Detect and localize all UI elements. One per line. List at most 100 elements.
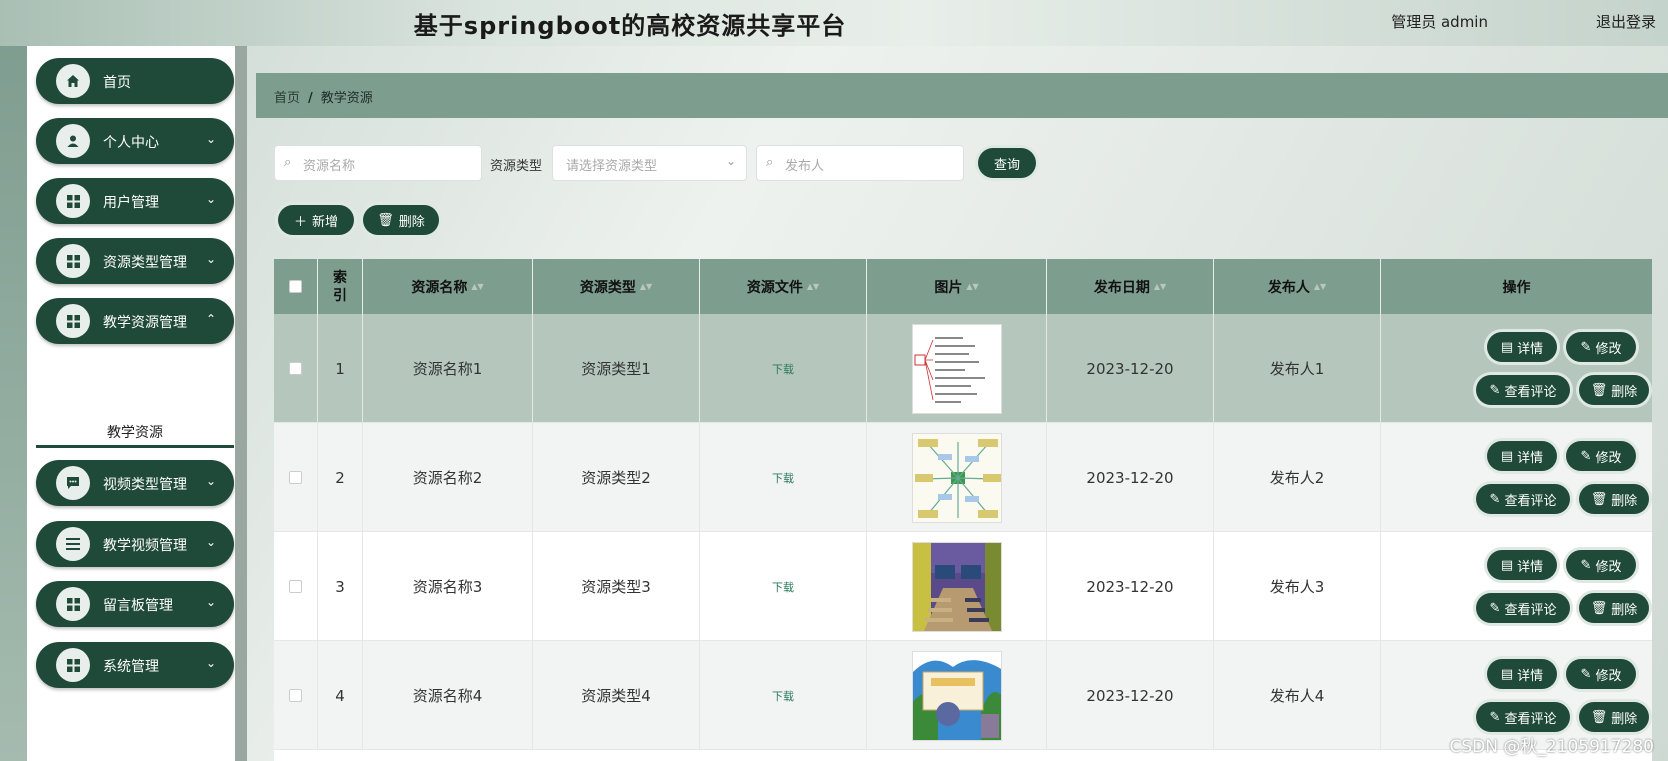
- top-header: 基于springboot的高校资源共享平台 管理员 admin 退出登录: [0, 0, 1668, 46]
- resource-type-label: 资源类型: [490, 159, 543, 174]
- delete-button[interactable]: 🗑 删除: [1579, 702, 1649, 732]
- download-link[interactable]: 下载: [772, 470, 794, 486]
- resource-type-select[interactable]: 请选择资源类型 ⌄: [552, 145, 747, 181]
- cell-index: 3: [318, 532, 363, 641]
- chevron-down-icon: ⌄: [205, 132, 216, 146]
- query-button[interactable]: 查询: [978, 148, 1036, 178]
- download-link[interactable]: 下载: [772, 579, 794, 595]
- chat-icon: [56, 466, 90, 500]
- table-row[interactable]: 2 资源名称2 资源类型2 下载 2023-12-20 发布人2 ▤ 详情 ✎ 修改…: [274, 423, 1652, 532]
- sidebar-item-video-types[interactable]: 视频类型管理 ⌄: [36, 460, 234, 506]
- table-row[interactable]: 4 资源名称4 资源类型4 下载 2023-12-20 发布人4 ▤ 详情 ✎ 修改…: [274, 641, 1652, 750]
- sidebar-item-message-board[interactable]: 留言板管理 ⌄: [36, 581, 234, 627]
- header-image[interactable]: 图片 ▲▼: [867, 259, 1047, 314]
- publisher-input[interactable]: ⌕ 发布人: [756, 145, 964, 181]
- view-comments-button[interactable]: ✎ 查看评论: [1476, 484, 1570, 514]
- header-publisher[interactable]: 发布人 ▲▼: [1214, 259, 1381, 314]
- detail-button[interactable]: ▤ 详情: [1487, 659, 1557, 689]
- chevron-down-icon: ⌄: [205, 535, 216, 549]
- sidebar-item-teaching-videos[interactable]: 教学视频管理 ⌄: [36, 521, 234, 567]
- table-row[interactable]: 1 资源名称1 资源类型1 下载 2023-12-20 发布人1 ▤ 详情 ✎ 修改…: [274, 314, 1652, 423]
- sidebar-item-label: 系统管理: [103, 659, 159, 675]
- header-name[interactable]: 资源名称 ▲▼: [363, 259, 533, 314]
- resource-thumbnail[interactable]: [911, 323, 1002, 414]
- document-icon: ▤: [1500, 448, 1514, 464]
- document-icon: ▤: [1500, 339, 1514, 355]
- cell-name: 资源名称2: [363, 423, 533, 532]
- row-checkbox[interactable]: [289, 580, 302, 593]
- resource-thumbnail[interactable]: [911, 432, 1002, 523]
- detail-button[interactable]: ▤ 详情: [1487, 550, 1557, 580]
- sidebar-item-teaching-resources[interactable]: 教学资源管理 ⌃: [36, 298, 234, 344]
- row-checkbox[interactable]: [289, 689, 302, 702]
- edit-button[interactable]: ✎ 修改: [1566, 332, 1636, 362]
- view-comments-button[interactable]: ✎ 查看评论: [1476, 375, 1570, 405]
- sidebar-item-system[interactable]: 系统管理 ⌄: [36, 642, 234, 688]
- chevron-down-icon: ⌄: [205, 474, 216, 488]
- search-icon: ⌕: [766, 155, 774, 170]
- cell-name: 资源名称4: [363, 641, 533, 750]
- trash-icon: 🗑: [1590, 382, 1608, 398]
- table-header: 索引 资源名称 ▲▼ 资源类型 ▲▼ 资源文件 ▲▼ 图片 ▲▼ 发布日期 ▲▼ 发布人 ▲…: [274, 259, 1652, 314]
- download-link[interactable]: 下载: [772, 361, 794, 377]
- app-title: 基于springboot的高校资源共享平台: [413, 12, 847, 40]
- cell-name: 资源名称1: [363, 314, 533, 423]
- edit-button[interactable]: ✎ 修改: [1566, 441, 1636, 471]
- sidebar-item-label: 首页: [103, 75, 131, 91]
- cell-type: 资源类型4: [533, 641, 700, 750]
- delete-button[interactable]: 🗑 删除: [1579, 375, 1649, 405]
- header-date[interactable]: 发布日期 ▲▼: [1047, 259, 1214, 314]
- sidebar-item-home[interactable]: 首页: [36, 58, 234, 104]
- cell-type: 资源类型1: [533, 314, 700, 423]
- edit-icon: ✎: [1580, 339, 1592, 355]
- table-row[interactable]: 3 资源名称3 资源类型3 下载 2023-12-20 发布人3 ▤ 详情 ✎ 修改…: [274, 532, 1652, 641]
- sort-icon: ▲▼: [471, 282, 484, 291]
- view-comments-button[interactable]: ✎ 查看评论: [1476, 702, 1570, 732]
- detail-button[interactable]: ▤ 详情: [1487, 441, 1557, 471]
- resource-thumbnail[interactable]: [911, 650, 1002, 741]
- row-checkbox[interactable]: [289, 362, 302, 375]
- cell-index: 1: [318, 314, 363, 423]
- edit-icon: ✎: [1489, 382, 1501, 398]
- delete-label: 删除: [398, 214, 425, 230]
- row-checkbox[interactable]: [289, 471, 302, 484]
- edit-button[interactable]: ✎ 修改: [1566, 550, 1636, 580]
- sort-icon: ▲▼: [1313, 282, 1327, 291]
- logout-link[interactable]: 退出登录: [1596, 11, 1656, 32]
- submenu-teaching-resource[interactable]: 教学资源: [36, 414, 234, 448]
- cell-date: 2023-12-20: [1047, 641, 1214, 750]
- sidebar-item-users[interactable]: 用户管理 ⌄: [36, 178, 234, 224]
- resource-name-input[interactable]: ⌕ 资源名称: [274, 145, 482, 181]
- download-link[interactable]: 下载: [772, 688, 794, 704]
- header-file[interactable]: 资源文件 ▲▼: [700, 259, 867, 314]
- add-button[interactable]: ＋ 新增: [278, 205, 354, 235]
- delete-button[interactable]: 🗑 删除: [1579, 593, 1649, 623]
- view-comments-button[interactable]: ✎ 查看评论: [1476, 593, 1570, 623]
- edit-icon: ✎: [1580, 557, 1592, 573]
- cell-publisher: 发布人1: [1214, 314, 1381, 423]
- detail-button[interactable]: ▤ 详情: [1487, 332, 1557, 362]
- sort-icon: ▲▼: [806, 282, 820, 291]
- header-type[interactable]: 资源类型 ▲▼: [533, 259, 700, 314]
- cell-publisher: 发布人4: [1214, 641, 1381, 750]
- cell-index: 4: [318, 641, 363, 750]
- edit-button[interactable]: ✎ 修改: [1566, 659, 1636, 689]
- sidebar-item-resource-types[interactable]: 资源类型管理 ⌄: [36, 238, 234, 284]
- resource-thumbnail[interactable]: [911, 541, 1002, 632]
- current-user: 管理员 admin: [1391, 13, 1488, 31]
- select-all-checkbox[interactable]: [289, 280, 302, 293]
- delete-button[interactable]: 🗑 删除: [1579, 484, 1649, 514]
- sidebar-edge: [0, 46, 27, 761]
- breadcrumb-home[interactable]: 首页: [274, 91, 300, 106]
- document-icon: ▤: [1500, 557, 1514, 573]
- publisher-placeholder: 发布人: [785, 159, 825, 174]
- bulk-delete-button[interactable]: 🗑 删除: [363, 205, 439, 235]
- sidebar-item-profile[interactable]: 个人中心 ⌄: [36, 118, 234, 164]
- cell-type: 资源类型2: [533, 423, 700, 532]
- edit-icon: ✎: [1489, 600, 1501, 616]
- cell-type: 资源类型3: [533, 532, 700, 641]
- chevron-down-icon: ⌄: [205, 192, 216, 206]
- watermark: CSDN @秋_2105917280: [1449, 737, 1654, 757]
- breadcrumb: 首页 / 教学资源: [274, 91, 373, 106]
- chevron-down-icon: ⌄: [205, 595, 216, 609]
